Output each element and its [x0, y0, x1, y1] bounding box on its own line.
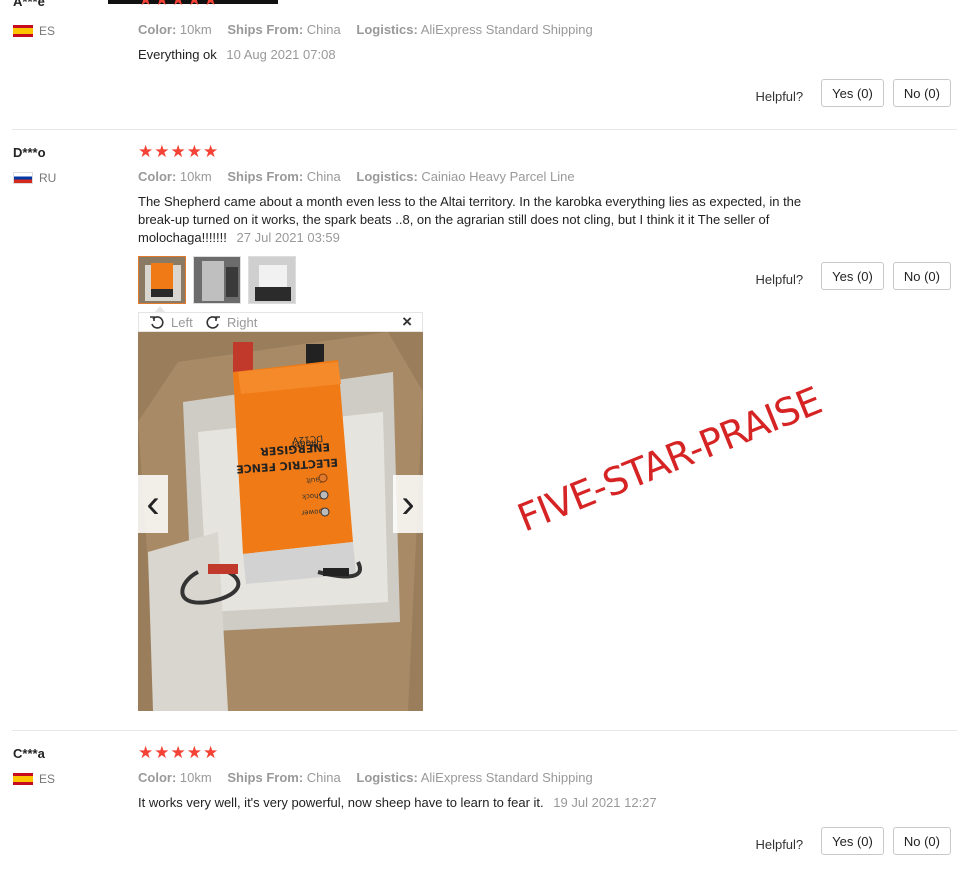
review-divider	[12, 129, 957, 130]
country-code: ES	[39, 24, 56, 38]
ships-from-label: Ships From:	[227, 770, 304, 785]
rotate-left-label: Left	[171, 314, 193, 330]
helpful-yes-button[interactable]: Yes (0)	[821, 262, 884, 290]
helpful-label: Helpful?	[755, 271, 804, 287]
color-label: Color:	[138, 770, 177, 785]
flag-es-icon	[13, 773, 33, 785]
helpful-no-button[interactable]: No (0)	[892, 827, 951, 855]
color-value: 10km	[179, 22, 212, 37]
review-meta: Color: 10km Ships From: China Logistics:…	[138, 22, 593, 37]
review-text: Everything ok 10 Aug 2021 07:08	[138, 46, 838, 64]
rotate-right-button[interactable]: Right	[205, 314, 257, 330]
helpful-yes-button[interactable]: Yes (0)	[821, 79, 884, 107]
review-meta: Color: 10km Ships From: China Logistics:…	[138, 770, 593, 785]
close-viewer-icon[interactable]: ×	[402, 312, 412, 332]
ships-from-value: China	[306, 22, 341, 37]
reviewer-name: D***o	[13, 145, 46, 160]
photo-thumbnail-image	[139, 257, 185, 303]
helpful-votes: Helpful? Yes (0) No (0)	[755, 79, 951, 107]
image-viewer-toolbar: Left Right ×	[138, 312, 423, 332]
helpful-no-button[interactable]: No (0)	[892, 79, 951, 107]
logistics-label: Logistics:	[356, 22, 418, 37]
reviewer-country: ES	[13, 24, 55, 38]
star-rating: ★★★★★	[138, 743, 220, 762]
five-star-praise-stamp: FIVE-STAR-PRAISE	[511, 378, 828, 541]
rotate-right-icon	[206, 316, 220, 329]
product-photo: Model DC12V ENERGISER ELECTRIC FENCE Fau…	[138, 332, 423, 711]
logistics-label: Logistics:	[356, 169, 418, 184]
reviewer-name: C***a	[13, 746, 45, 761]
helpful-label: Helpful?	[755, 836, 804, 852]
logistics-value: AliExpress Standard Shipping	[420, 770, 593, 785]
review-photo-large: Model DC12V ENERGISER ELECTRIC FENCE Fau…	[138, 332, 423, 711]
reviewer-country: ES	[13, 772, 55, 786]
review-date: 10 Aug 2021 07:08	[226, 47, 336, 62]
photo-thumbnail-image	[194, 257, 240, 303]
chevron-left-icon: ‹	[146, 482, 160, 526]
star-rating: ★★★★★	[138, 142, 220, 161]
ships-from-label: Ships From:	[227, 169, 304, 184]
helpful-votes: Helpful? Yes (0) No (0)	[755, 262, 951, 290]
review-meta: Color: 10km Ships From: China Logistics:…	[138, 169, 575, 184]
chevron-right-icon: ›	[401, 482, 415, 526]
review-text: It works very well, it's very powerful, …	[138, 794, 838, 812]
helpful-label: Helpful?	[755, 88, 804, 104]
ships-from-label: Ships From:	[227, 22, 304, 37]
ships-from-value: China	[306, 770, 341, 785]
review-photo-thumbnail[interactable]	[248, 256, 296, 304]
country-code: RU	[39, 171, 57, 185]
logistics-value: AliExpress Standard Shipping	[420, 22, 593, 37]
color-value: 10km	[179, 169, 212, 184]
star-rating: ★★★★★	[138, 0, 219, 10]
rotate-right-label: Right	[227, 314, 258, 330]
review-date: 19 Jul 2021 12:27	[553, 795, 657, 810]
color-label: Color:	[138, 169, 177, 184]
review-body: Everything ok	[138, 47, 217, 62]
review-text: The Shepherd came about a month even les…	[138, 193, 838, 247]
product-power-label: power	[301, 507, 323, 516]
country-code: ES	[39, 772, 56, 786]
helpful-yes-button[interactable]: Yes (0)	[821, 827, 884, 855]
flag-es-icon	[13, 25, 33, 37]
color-value: 10km	[179, 770, 212, 785]
next-photo-button[interactable]: ›	[393, 475, 423, 533]
logistics-label: Logistics:	[356, 770, 418, 785]
reviewer-name: A***e	[13, 0, 45, 9]
flag-ru-icon	[13, 172, 33, 184]
ships-from-value: China	[306, 169, 341, 184]
review-divider	[12, 730, 957, 731]
reviewer-country: RU	[13, 171, 56, 185]
logistics-value: Cainiao Heavy Parcel Line	[421, 169, 575, 184]
previous-photo-button[interactable]: ‹	[138, 475, 168, 533]
helpful-votes: Helpful? Yes (0) No (0)	[755, 827, 951, 855]
review-photo-thumbnail[interactable]	[193, 256, 241, 304]
rotate-left-icon	[150, 316, 164, 329]
helpful-no-button[interactable]: No (0)	[892, 262, 951, 290]
rotate-left-button[interactable]: Left	[149, 314, 193, 330]
photo-thumbnail-image	[249, 257, 295, 303]
review-photo-thumbnail[interactable]	[138, 256, 186, 304]
review-date: 27 Jul 2021 03:59	[236, 230, 340, 245]
color-label: Color:	[138, 22, 177, 37]
review-body: It works very well, it's very powerful, …	[138, 795, 544, 810]
